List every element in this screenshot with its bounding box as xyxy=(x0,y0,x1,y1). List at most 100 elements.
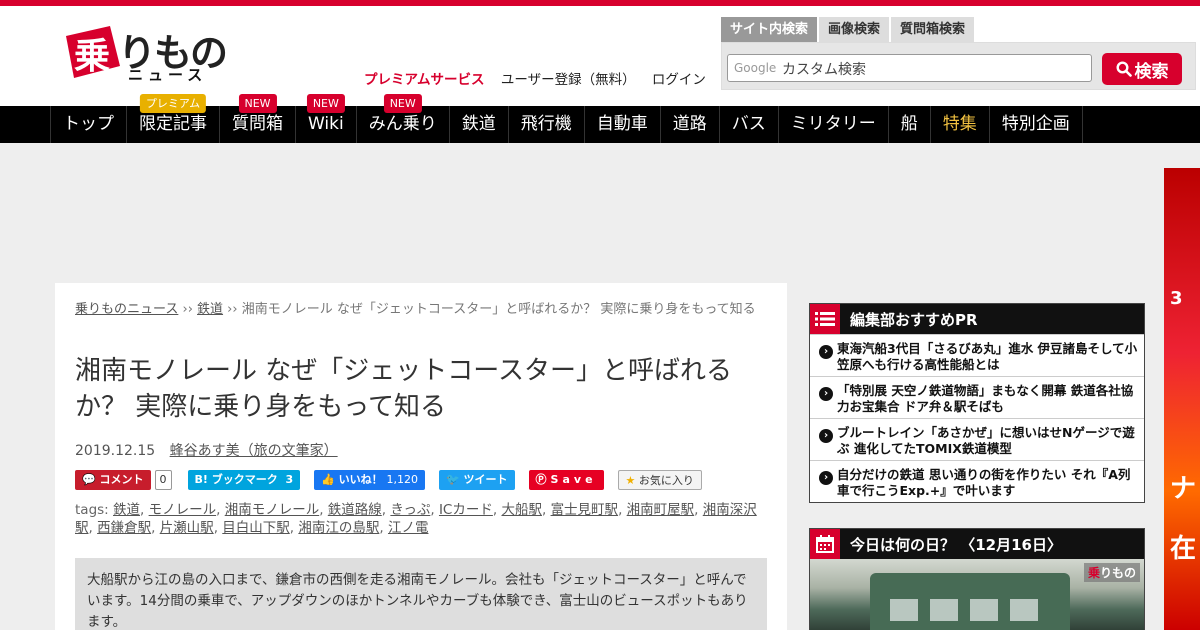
tag-link[interactable]: 富士見町駅 xyxy=(551,502,619,518)
tag-link[interactable]: 目白山下駅 xyxy=(222,520,290,536)
nav-item-label: 船 xyxy=(900,114,918,134)
search-box: Google カスタム検索 検索 xyxy=(721,42,1196,90)
tweet-button[interactable]: 🐦 ツイート xyxy=(439,470,515,490)
tag-link[interactable]: 鉄道 xyxy=(113,502,140,518)
tag-link[interactable]: 江ノ電 xyxy=(388,520,429,536)
author-link[interactable]: 蜂谷あす美（旅の文筆家） xyxy=(170,443,338,459)
google-label: Google xyxy=(734,61,777,75)
chevron-right-icon: › xyxy=(819,471,833,485)
nav-item-label: 質問箱 xyxy=(232,114,283,134)
breadcrumb-home[interactable]: 乗りものニュース xyxy=(75,302,178,317)
pr-item-title: 東海汽船3代目「さるびあ丸」進水 伊豆諸島そして小笠原へも行ける高性能船とは xyxy=(837,341,1138,372)
tag-link[interactable]: 湘南モノレール xyxy=(225,502,320,518)
pr-item-title: ブルートレイン「あさかぜ」に想いはせNゲージで遊ぶ 進化してたTOMIX鉄道模型 xyxy=(837,425,1135,456)
tag-link[interactable]: 湘南町屋駅 xyxy=(627,502,695,518)
calendar-icon xyxy=(810,529,840,559)
nav-item-1[interactable]: 限定記事 プレミアム xyxy=(126,94,219,143)
tag-link[interactable]: きっぷ xyxy=(390,502,430,518)
svg-text:乗: 乗 xyxy=(74,36,110,77)
nav-item-label: 限定記事 xyxy=(139,114,207,134)
nav-flag-badge: NEW xyxy=(383,94,422,113)
chevron-right-icon: › xyxy=(819,345,833,359)
nav-item-label: 特別企画 xyxy=(1001,114,1070,134)
hatena-label: B! ブックマーク xyxy=(194,473,278,486)
nav-item-label: 飛行機 xyxy=(520,114,572,134)
nav-item-6[interactable]: 飛行機 xyxy=(507,106,584,143)
nav-item-label: 特集 xyxy=(942,114,977,134)
nav-item-10[interactable]: ミリタリー xyxy=(777,106,888,143)
logo-badge-icon: 乗 xyxy=(66,26,120,78)
facebook-like-button[interactable]: 👍 いいね！ 1,120 xyxy=(314,470,425,490)
comment-button[interactable]: 💬 コメント xyxy=(75,470,151,490)
pr-list-item[interactable]: › 自分だけの鉄道 思い通りの街を作りたい それ『A列車で行こうExp.+』で叶い… xyxy=(810,460,1144,502)
nav-item-label: Wiki xyxy=(308,114,344,134)
nav-item-label: 自動車 xyxy=(596,114,648,134)
tag-link[interactable]: 鉄道路線 xyxy=(328,502,382,518)
tag-link[interactable]: 湘南江の島駅 xyxy=(298,520,379,536)
pinterest-icon: Ⓟ xyxy=(535,473,551,486)
login-link[interactable]: ログイン xyxy=(652,72,706,88)
pr-list-item[interactable]: › 東海汽船3代目「さるびあ丸」進水 伊豆諸島そして小笠原へも行ける高性能船とは xyxy=(810,334,1144,376)
pr-item-title: 「特別展 天空ノ鉄道物語」まもなく開幕 鉄道各社協力お宝集合 ドア弁＆駅そばも xyxy=(837,383,1134,414)
nav-item-0[interactable]: トップ xyxy=(50,106,126,143)
nav-item-12[interactable]: 特集 xyxy=(929,106,989,143)
like-label: いいね！ xyxy=(338,473,383,486)
hatena-count: 3 xyxy=(285,473,294,486)
nav-flag-badge: NEW xyxy=(238,94,277,113)
tag-link[interactable]: モノレール xyxy=(149,502,217,518)
nav-item-11[interactable]: 船 xyxy=(887,106,930,143)
article-meta: 2019.12.15 蜂谷あす美（旅の文筆家） xyxy=(75,440,338,460)
favorite-label: お気に入り xyxy=(638,474,694,487)
nav-item-8[interactable]: 道路 xyxy=(659,106,719,143)
tweet-label: ツイート xyxy=(463,473,508,486)
tag-link[interactable]: ICカード xyxy=(439,502,493,518)
tag-list: tags: 鉄道, モノレール, 湘南モノレール, 鉄道路線, きっぷ, ICカ… xyxy=(75,502,757,536)
share-buttons: 💬 コメント 0 B! ブックマーク 3 👍 いいね！ 1,120 🐦 ツイート… xyxy=(75,469,706,491)
pr-box: 編集部おすすめPR › 東海汽船3代目「さるびあ丸」進水 伊豆諸島そして小笠原へも… xyxy=(809,303,1145,503)
tab-image-search[interactable]: 画像検索 xyxy=(819,17,890,42)
nav-item-label: バス xyxy=(731,114,766,134)
pinterest-save-button[interactable]: ⓅSave xyxy=(528,470,604,490)
user-register-link[interactable]: ユーザー登録（無料） xyxy=(501,72,636,88)
nav-item-4[interactable]: みん乗り NEW xyxy=(355,94,449,143)
tag-link[interactable]: 西鎌倉駅 xyxy=(97,520,151,536)
comment-count: 0 xyxy=(154,470,172,490)
today-box-header: 今日は何の日？ 〈12月16日〉 xyxy=(810,529,1144,559)
tab-question-search[interactable]: 質問箱検索 xyxy=(891,17,975,42)
tag-link[interactable]: 大船駅 xyxy=(501,502,542,518)
nav-item-label: 道路 xyxy=(672,114,707,134)
nav-item-9[interactable]: バス xyxy=(718,106,778,143)
nav-item-2[interactable]: 質問箱 NEW xyxy=(219,94,295,143)
today-image[interactable]: 乗りもの xyxy=(810,559,1144,630)
pr-box-title: 編集部おすすめPR xyxy=(850,310,978,329)
search-button-label: 検索 xyxy=(1134,61,1169,82)
search-button[interactable]: 検索 xyxy=(1102,53,1182,85)
tab-site-search[interactable]: サイト内検索 xyxy=(721,17,818,42)
breadcrumb-current: 湘南モノレール なぜ「ジェットコースター」と呼ばれるか？ 実際に乗り身をもって知… xyxy=(241,302,756,317)
premium-service-link[interactable]: プレミアムサービス xyxy=(364,72,485,88)
article-summary: 大船駅から江の島の入口まで、鎌倉市の西側を走る湘南モノレール。会社も「ジェットコ… xyxy=(75,558,767,630)
header-links: プレミアムサービス ユーザー登録（無料） ログイン xyxy=(364,68,718,88)
nav-item-3[interactable]: Wiki NEW xyxy=(295,94,356,143)
nav-item-5[interactable]: 鉄道 xyxy=(448,106,508,143)
nav-item-7[interactable]: 自動車 xyxy=(583,106,660,143)
nav-item-13[interactable]: 特別企画 xyxy=(988,106,1083,143)
nav-item-label: トップ xyxy=(63,114,114,134)
list-icon xyxy=(810,304,840,334)
breadcrumb-category[interactable]: 鉄道 xyxy=(197,302,223,317)
search-icon xyxy=(1115,61,1132,77)
hatena-bookmark-button[interactable]: B! ブックマーク 3 xyxy=(187,470,301,490)
article-title: 湘南モノレール なぜ「ジェットコースター」と呼ばれるか？ 実際に乗り身をもって知… xyxy=(75,356,732,422)
pr-list-item[interactable]: › 「特別展 天空ノ鉄道物語」まもなく開幕 鉄道各社協力お宝集合 ドア弁＆駅そばも xyxy=(810,376,1144,418)
pr-list: › 東海汽船3代目「さるびあ丸」進水 伊豆諸島そして小笠原へも行ける高性能船とは ›… xyxy=(810,334,1144,502)
nav-item-label: 鉄道 xyxy=(461,114,496,134)
site-logo[interactable]: 乗 りもの ニュース xyxy=(60,26,230,86)
favorite-button[interactable]: ★ お気に入り xyxy=(617,470,702,490)
breadcrumb: 乗りものニュース ›› 鉄道 ›› 湘南モノレール なぜ「ジェットコースター」と… xyxy=(75,302,756,317)
tag-link[interactable]: 片瀬山駅 xyxy=(160,520,214,536)
save-label: Save xyxy=(550,473,597,486)
search-tabs: サイト内検索 画像検索 質問箱検索 xyxy=(721,17,976,42)
ad-banner-right[interactable]: 3 ナ 在 xyxy=(1164,168,1200,630)
pr-list-item[interactable]: › ブルートレイン「あさかぜ」に想いはせNゲージで遊ぶ 進化してたTOMIX鉄道模… xyxy=(810,418,1144,460)
search-input[interactable]: Google カスタム検索 xyxy=(727,54,1092,82)
